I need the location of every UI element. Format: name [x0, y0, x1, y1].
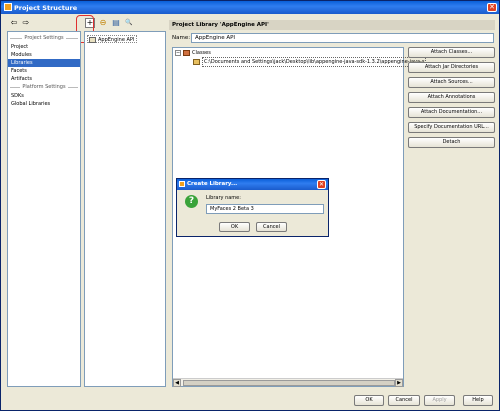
detach-button[interactable]: Detach — [408, 137, 495, 148]
copy-icon[interactable]: ▤ — [111, 18, 121, 28]
library-item-label: AppEngine API — [98, 37, 135, 43]
tree-node-jar-path[interactable]: C:\Documents and Settings\jack\Desktop\l… — [193, 57, 427, 67]
attach-classes-button[interactable]: Attach Classes... — [408, 47, 495, 58]
settings-nav: Project Settings Project Modules Librari… — [7, 31, 81, 387]
cancel-button[interactable]: Cancel — [388, 395, 420, 406]
forward-arrow-icon[interactable]: ⇨ — [21, 18, 31, 28]
apply-button[interactable]: Apply — [424, 395, 455, 406]
project-settings-header: Project Settings — [8, 34, 80, 43]
close-icon[interactable]: ✕ — [487, 3, 497, 12]
tree-node-path: C:\Documents and Settings\jack\Desktop\l… — [202, 57, 427, 67]
dialog-app-icon — [179, 181, 185, 187]
library-detail-header: Project Library 'AppEngine API' — [169, 20, 495, 30]
library-list: AppEngine API — [84, 31, 166, 387]
jar-icon — [193, 58, 200, 65]
dialog-cancel-button[interactable]: Cancel — [256, 222, 287, 232]
library-name-input[interactable]: MyFaces 2 Beta 3 — [206, 204, 324, 214]
project-structure-window: Project Structure ✕ ⇦ ⇨ + ⊖ ▤ 🔍 Project … — [0, 0, 500, 411]
ok-button[interactable]: OK — [354, 395, 384, 406]
question-icon: ? — [185, 195, 198, 208]
back-arrow-icon[interactable]: ⇦ — [9, 18, 19, 28]
library-icon — [89, 37, 96, 43]
library-name-field[interactable]: AppEngine API — [191, 33, 494, 43]
attach-jar-directories-button[interactable]: Attach Jar Directories — [408, 62, 495, 73]
nav-item-project[interactable]: Project — [8, 43, 80, 51]
nav-toolbar: ⇦ ⇨ — [7, 17, 47, 30]
search-icon[interactable]: 🔍 — [124, 18, 134, 28]
dialog-title: Create Library... — [187, 181, 238, 187]
app-icon — [4, 3, 12, 11]
tree-node-label: Classes — [192, 50, 211, 56]
scroll-thumb[interactable] — [183, 380, 395, 386]
collapse-icon[interactable]: − — [175, 49, 181, 56]
dialog-ok-button[interactable]: OK — [219, 222, 250, 232]
nav-item-artifacts[interactable]: Artifacts — [8, 75, 80, 83]
remove-icon[interactable]: ⊖ — [98, 18, 108, 28]
help-button[interactable]: Help — [463, 395, 493, 406]
window-titlebar: Project Structure ✕ — [1, 1, 499, 14]
nav-item-sdks[interactable]: SDKs — [8, 92, 80, 100]
scroll-right-icon[interactable]: ▶ — [395, 379, 403, 387]
platform-settings-header: Platform Settings — [8, 83, 80, 92]
attach-annotations-button[interactable]: Attach Annotations — [408, 92, 495, 103]
name-label: Name: — [172, 35, 191, 41]
library-name-label: Library name: — [206, 195, 241, 201]
dialog-titlebar: Create Library... — [177, 179, 328, 190]
attach-sources-button[interactable]: Attach Sources... — [408, 77, 495, 88]
attach-documentation-button[interactable]: Attach Documentation... — [408, 107, 495, 118]
nav-item-facets[interactable]: Facets — [8, 67, 80, 75]
library-item-appengine-api[interactable]: AppEngine API — [87, 35, 138, 43]
nav-item-global-libraries[interactable]: Global Libraries — [8, 100, 80, 108]
tree-node-classes[interactable]: − Classes — [175, 49, 211, 57]
nav-item-libraries[interactable]: Libraries — [8, 59, 80, 67]
horizontal-scrollbar[interactable]: ◀ ▶ — [173, 378, 403, 387]
dialog-close-icon[interactable]: ✕ — [317, 180, 326, 189]
scroll-left-icon[interactable]: ◀ — [173, 379, 181, 387]
window-title: Project Structure — [14, 4, 78, 12]
classes-icon — [183, 49, 190, 56]
specify-documentation-url-button[interactable]: Specify Documentation URL... — [408, 122, 495, 133]
create-library-dialog: Create Library... ✕ ? Library name: MyFa… — [176, 178, 329, 237]
nav-item-modules[interactable]: Modules — [8, 51, 80, 59]
